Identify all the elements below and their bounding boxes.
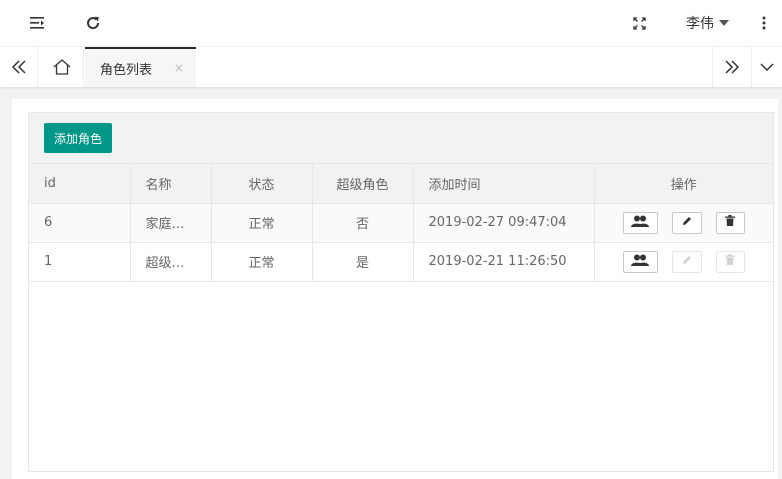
users-icon — [631, 215, 650, 231]
col-header-id: id — [29, 164, 131, 204]
role-table: id 名称 状态 超级角色 添加时间 操作 6 家庭… 正常 否 2019-02… — [29, 164, 773, 282]
chevron-down-icon — [719, 20, 729, 26]
cell-status: 正常 — [211, 242, 313, 282]
tab-role-list[interactable]: 角色列表 × — [85, 47, 196, 87]
chevron-down-icon[interactable] — [751, 47, 782, 87]
fullscreen-icon[interactable] — [626, 0, 652, 46]
table-header-row: id 名称 状态 超级角色 添加时间 操作 — [29, 164, 773, 204]
cell-id: 6 — [29, 203, 131, 243]
col-header-created-at: 添加时间 — [413, 164, 595, 204]
edit-button-disabled — [671, 250, 702, 273]
top-header: 李伟 — [0, 0, 782, 46]
assign-users-button[interactable] — [622, 250, 658, 273]
cell-name: 家庭… — [130, 203, 212, 243]
user-menu[interactable]: 李伟 — [686, 0, 729, 46]
table-row: 1 超级… 正常 是 2019-02-21 11:26:50 — [29, 242, 773, 282]
cell-id: 1 — [29, 242, 131, 282]
trash-icon — [725, 254, 736, 269]
delete-button-disabled — [715, 250, 745, 273]
refresh-icon[interactable] — [78, 0, 108, 46]
more-vertical-icon[interactable] — [754, 0, 774, 46]
tab-bar: 角色列表 × — [0, 46, 782, 87]
cell-actions — [594, 242, 773, 282]
cell-status: 正常 — [211, 203, 313, 243]
scroll-left-icon[interactable] — [0, 47, 38, 87]
trash-icon — [725, 215, 736, 230]
tab-label: 角色列表 — [100, 62, 153, 78]
content-card: 添加角色 id 名称 状态 超级角色 添加时间 操作 6 家庭… 正常 否 20… — [12, 99, 778, 479]
add-role-button[interactable]: 添加角色 — [44, 123, 113, 153]
cell-created-at: 2019-02-27 09:47:04 — [413, 203, 595, 243]
table-toolbar: 添加角色 — [29, 113, 773, 164]
col-header-name: 名称 — [130, 164, 212, 204]
menu-fold-icon[interactable] — [22, 0, 52, 46]
user-name: 李伟 — [686, 16, 714, 32]
edit-button[interactable] — [671, 211, 702, 234]
pencil-icon — [682, 215, 692, 230]
role-table-panel: 添加角色 id 名称 状态 超级角色 添加时间 操作 6 家庭… 正常 否 20… — [28, 112, 774, 472]
cell-actions — [594, 203, 773, 243]
cell-super-role: 是 — [312, 242, 414, 282]
cell-created-at: 2019-02-21 11:26:50 — [413, 242, 595, 282]
users-icon — [631, 254, 650, 270]
table-row: 6 家庭… 正常 否 2019-02-27 09:47:04 — [29, 203, 773, 243]
col-header-actions: 操作 — [594, 164, 773, 204]
pencil-icon — [682, 254, 692, 269]
col-header-status: 状态 — [211, 164, 313, 204]
close-icon[interactable]: × — [174, 61, 184, 75]
home-icon[interactable] — [40, 47, 84, 87]
cell-super-role: 否 — [312, 203, 414, 243]
col-header-super-role: 超级角色 — [312, 164, 414, 204]
assign-users-button[interactable] — [622, 211, 658, 234]
delete-button[interactable] — [715, 211, 745, 234]
cell-name: 超级… — [130, 242, 212, 282]
scroll-right-icon[interactable] — [712, 47, 750, 87]
